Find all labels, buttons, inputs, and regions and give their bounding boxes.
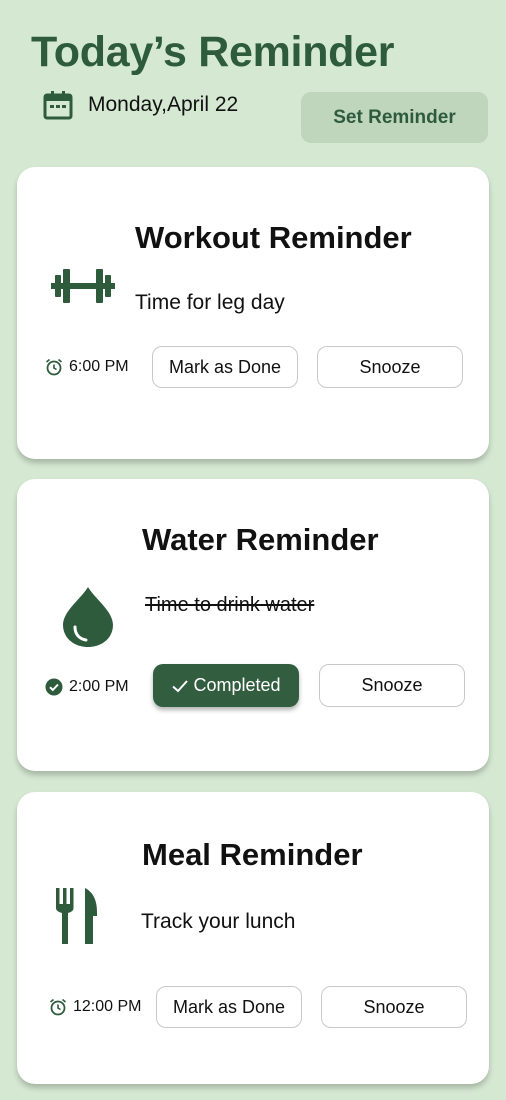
time-label: 6:00 PM	[69, 358, 129, 375]
meal-reminder-card: Meal Reminder Track your lunch 12:00 PM …	[17, 792, 489, 1084]
card-message: Track your lunch	[141, 910, 296, 933]
alarm-clock-icon	[45, 358, 63, 376]
completed-button[interactable]: Completed	[153, 664, 299, 707]
fork-knife-icon	[56, 888, 97, 944]
time-label: 2:00 PM	[69, 678, 129, 695]
card-message: Time for leg day	[135, 291, 285, 314]
completed-label: Completed	[193, 675, 281, 695]
calendar-icon	[43, 91, 73, 120]
time-label: 12:00 PM	[73, 998, 142, 1015]
water-drop-icon	[63, 587, 113, 647]
card-title: Workout Reminder	[135, 220, 412, 255]
card-title: Meal Reminder	[142, 837, 363, 872]
card-message: Time to drink water	[145, 594, 315, 616]
set-reminder-button[interactable]: Set Reminder	[301, 92, 488, 143]
dumbbell-icon	[51, 269, 115, 303]
snooze-button[interactable]: Snooze	[317, 346, 463, 388]
snooze-button[interactable]: Snooze	[321, 986, 467, 1028]
card-title: Water Reminder	[142, 522, 379, 557]
check-circle-icon	[45, 678, 63, 696]
checkmark-icon	[172, 679, 189, 692]
mark-as-done-button[interactable]: Mark as Done	[152, 346, 298, 388]
workout-reminder-card: Workout Reminder Time for leg day 6:00 P…	[17, 167, 489, 459]
snooze-button[interactable]: Snooze	[319, 664, 465, 707]
reminder-time: 2:00 PM	[45, 676, 129, 698]
water-reminder-card: Water Reminder Time to drink water 2:00 …	[17, 479, 489, 771]
current-date: Monday,April 22	[88, 93, 239, 116]
date-row: Monday,April 22	[42, 88, 238, 122]
reminder-time: 12:00 PM	[49, 996, 141, 1018]
page-title: Today’s Reminder	[31, 28, 395, 76]
mark-as-done-button[interactable]: Mark as Done	[156, 986, 302, 1028]
alarm-clock-icon	[49, 998, 67, 1016]
reminder-time: 6:00 PM	[45, 356, 129, 378]
